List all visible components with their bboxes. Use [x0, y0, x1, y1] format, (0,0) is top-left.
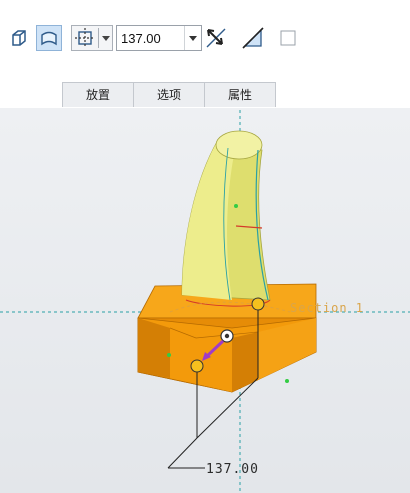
horn-extrusion[interactable]	[181, 130, 271, 307]
depth-value[interactable]: 137.00	[121, 31, 161, 46]
chevron-down-icon[interactable]	[102, 36, 110, 41]
surface-icon[interactable]	[36, 25, 62, 51]
extrude-direction-icon[interactable]	[71, 25, 113, 51]
section-label: Section 1	[290, 301, 365, 315]
flip-direction-icon[interactable]	[204, 26, 228, 50]
split-divider	[98, 28, 99, 48]
thicken-checkbox[interactable]	[280, 30, 296, 46]
remove-material-icon[interactable]	[242, 27, 264, 49]
graphics-viewport[interactable]: Section 1 137.00	[0, 108, 410, 493]
solid-body-icon[interactable]	[8, 26, 30, 50]
dashboard-tabs: 放置 选项 属性	[62, 82, 276, 108]
vertex-marker	[285, 379, 289, 383]
chevron-down-icon	[189, 36, 197, 41]
tab-placement[interactable]: 放置	[62, 82, 134, 107]
vertex-marker	[167, 353, 171, 357]
feature-dashboard: 137.00 放置 选项 属性	[0, 0, 410, 109]
depth-dropdown-button[interactable]	[184, 26, 201, 50]
tab-properties[interactable]: 属性	[204, 82, 276, 107]
depth-value-input[interactable]: 137.00	[116, 25, 202, 51]
tab-options[interactable]: 选项	[133, 82, 205, 107]
depth-dimension-label[interactable]: 137.00	[206, 462, 259, 477]
